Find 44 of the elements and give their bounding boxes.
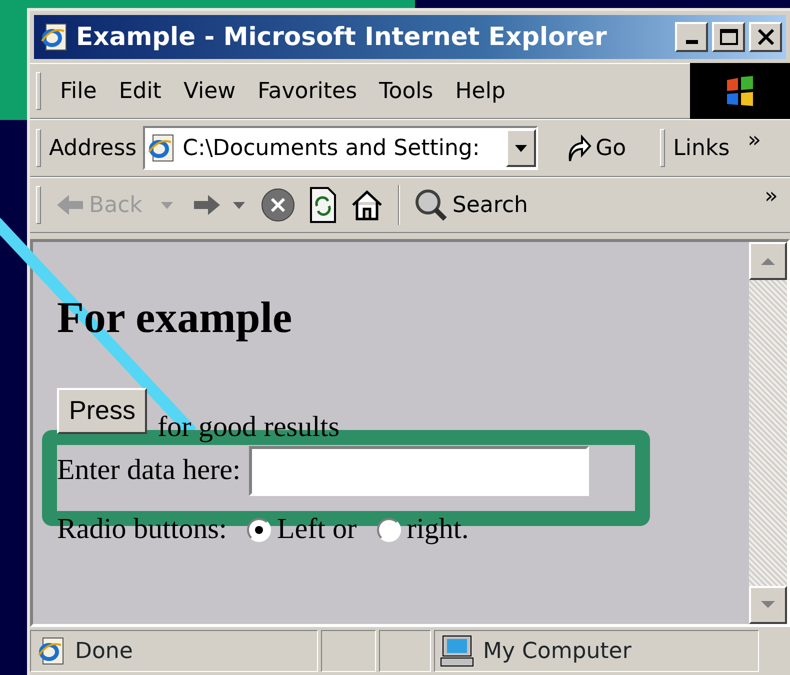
menu-item[interactable]: View [172,74,247,108]
more-button[interactable]: » [764,180,778,213]
scroll-down-button[interactable] [749,586,787,624]
zone-text: My Computer [483,638,632,666]
refresh-icon [308,186,338,224]
menu-item[interactable]: Tools [368,74,444,108]
close-icon [756,29,774,45]
menu-item[interactable]: Edit [108,74,172,108]
scroll-up-button[interactable] [749,242,787,280]
maximize-icon [720,29,738,45]
press-button[interactable]: Press [57,388,148,434]
status-pane [379,630,431,672]
links-button[interactable]: Links [673,132,730,164]
address-field[interactable]: C:\Documents and Setting: [142,126,538,170]
close-button[interactable] [749,22,782,52]
maximize-button[interactable] [712,22,745,52]
dropdown-button[interactable] [506,129,536,167]
forward-arrow-icon [192,193,222,217]
status-pane [321,630,376,672]
toolbar-button[interactable]: Search [408,188,534,222]
down-arrow-icon [760,600,776,610]
field-label: Enter data here: [57,453,241,488]
more-button[interactable]: » [748,124,762,157]
minimize-button[interactable] [675,22,708,52]
minimize-icon [686,40,698,44]
go-button[interactable]: Go [558,132,632,164]
address-text: C:\Documents and Setting: [182,134,480,162]
stop-icon [260,187,296,223]
menu-item[interactable]: File [49,74,108,108]
input-field[interactable] [248,446,589,496]
address-label: Address [49,134,137,162]
status-text: Done [75,638,133,666]
scrollbar[interactable] [749,242,787,624]
caret-icon [160,200,174,210]
back-arrow-icon [55,193,85,217]
menu-item[interactable]: Help [444,74,516,108]
caret-icon [514,143,528,153]
search-icon [414,188,448,222]
window-title: Example - Microsoft Internet Explorer [76,21,607,54]
home-icon [350,188,384,222]
menu-item[interactable]: Favorites [246,74,368,108]
up-arrow-icon [760,256,776,266]
computer-icon [439,634,475,668]
caret-icon [232,200,246,210]
